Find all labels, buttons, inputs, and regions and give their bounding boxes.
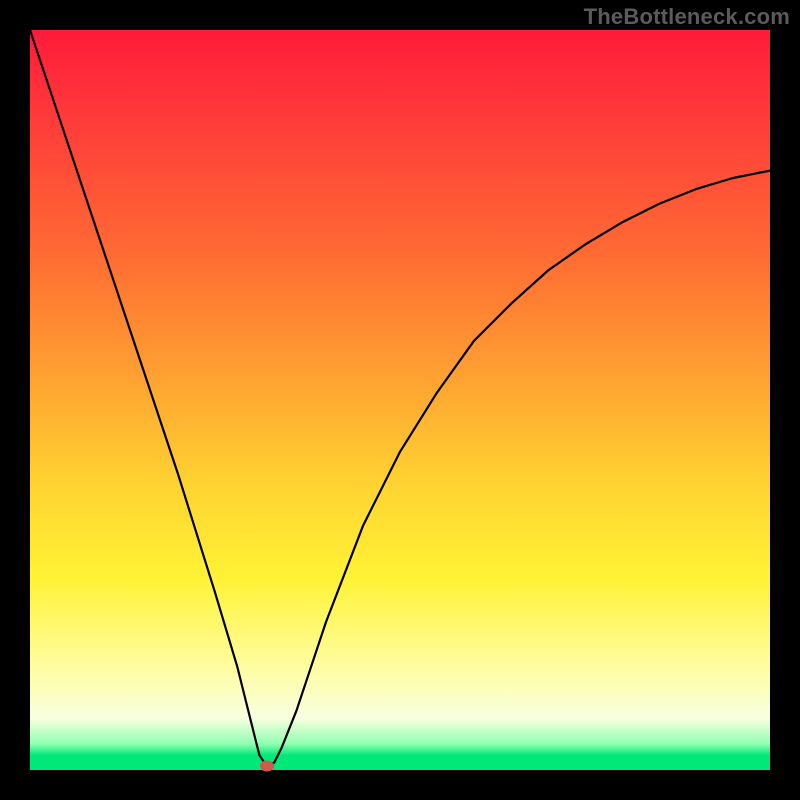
chart-frame: TheBottleneck.com <box>0 0 800 800</box>
watermark-text: TheBottleneck.com <box>584 4 790 30</box>
plot-area <box>30 30 770 770</box>
curve-svg <box>30 30 770 770</box>
minimum-marker-dot <box>260 761 274 772</box>
bottleneck-curve-path <box>30 30 770 766</box>
